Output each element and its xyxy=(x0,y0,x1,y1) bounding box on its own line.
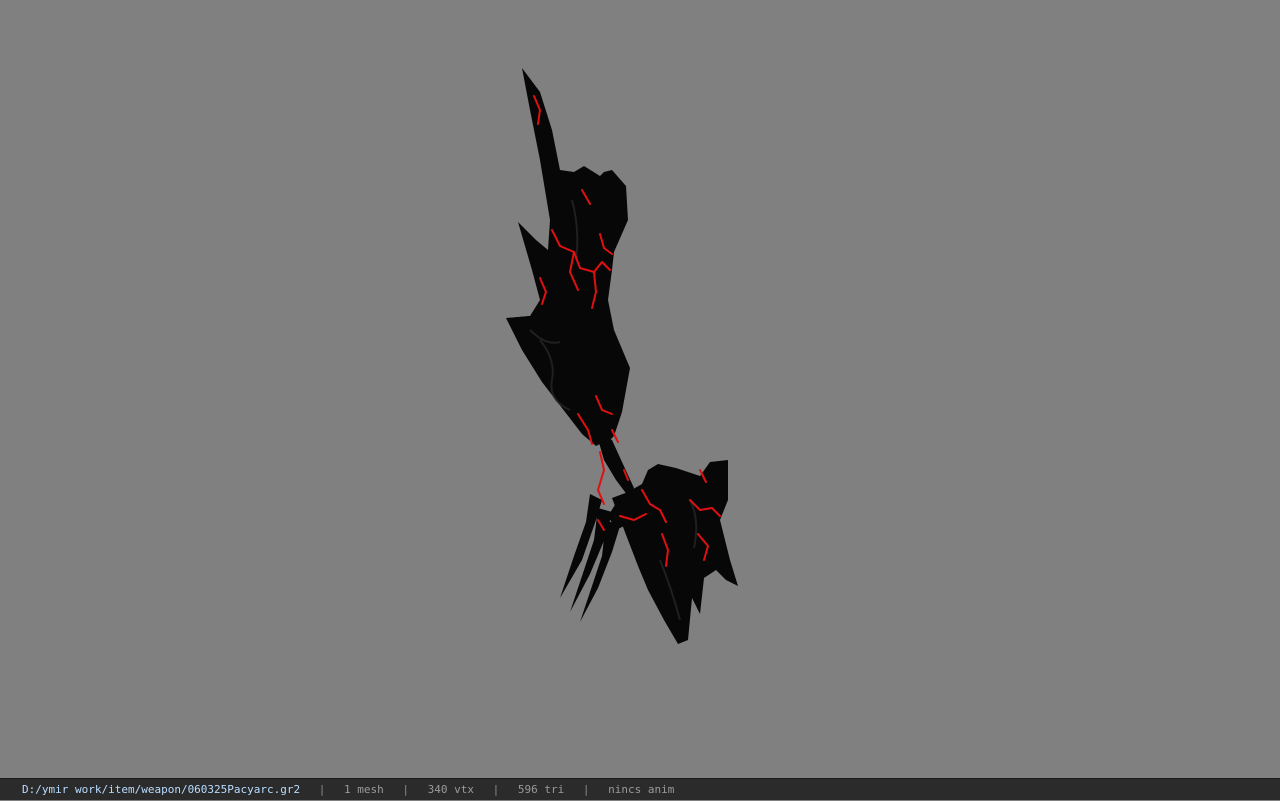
anim-status: nincs anim xyxy=(608,783,675,796)
separator: | xyxy=(582,783,590,796)
file-path: D:/ymir work/item/weapon/060325Pacyarc.g… xyxy=(22,783,301,796)
vertex-count: 340 vtx xyxy=(427,783,475,796)
3d-viewport[interactable] xyxy=(0,0,1280,778)
separator: | xyxy=(402,783,410,796)
triangle-count: 596 tri xyxy=(517,783,565,796)
separator: | xyxy=(318,783,326,796)
separator: | xyxy=(492,783,500,796)
weapon-mesh-icon xyxy=(506,68,738,644)
mesh-count: 1 mesh xyxy=(344,783,384,796)
status-bar: D:/ymir work/item/weapon/060325Pacyarc.g… xyxy=(0,778,1280,800)
